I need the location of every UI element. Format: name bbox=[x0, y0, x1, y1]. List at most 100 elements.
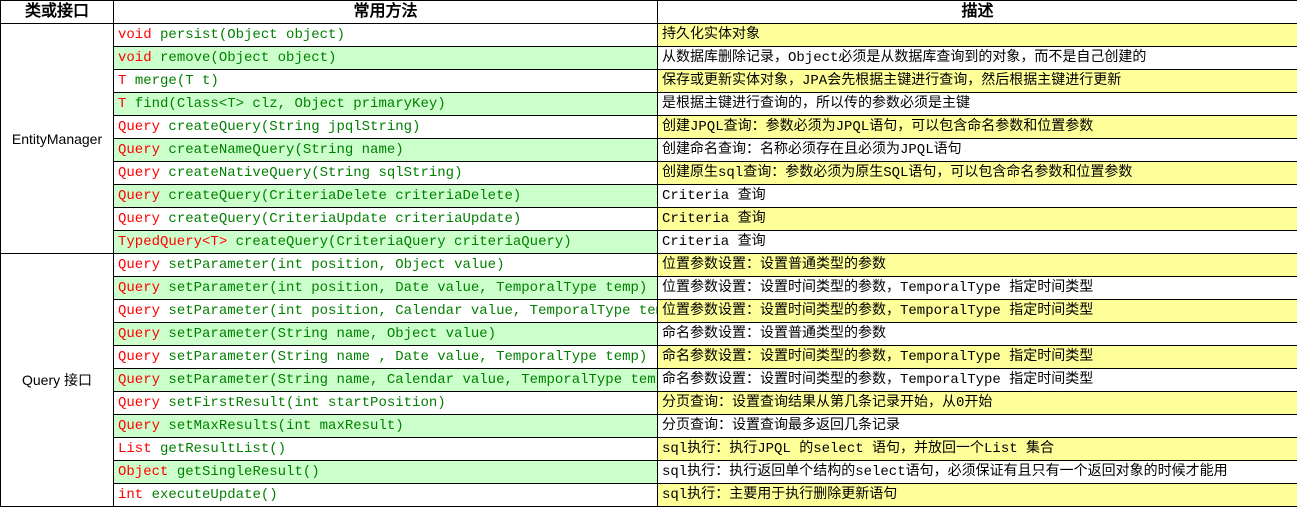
return-type: Query bbox=[118, 257, 160, 273]
method-cell: Query setParameter(int position, Date va… bbox=[114, 277, 658, 300]
method-signature: setParameter(String name, Calendar value… bbox=[168, 372, 657, 388]
table-row: Query setParameter(String name, Object v… bbox=[1, 323, 1297, 346]
description-cell: 持久化实体对象 bbox=[658, 24, 1297, 47]
return-type: Query bbox=[118, 395, 160, 411]
description-cell: Criteria 查询 bbox=[658, 185, 1297, 208]
method-cell: Query createQuery(String jpqlString) bbox=[114, 116, 658, 139]
return-type: T bbox=[118, 96, 126, 112]
method-signature: createNameQuery(String name) bbox=[168, 142, 403, 158]
method-signature: createQuery(CriteriaUpdate criteriaUpdat… bbox=[168, 211, 521, 227]
return-type: Query bbox=[118, 211, 160, 227]
description-cell: 位置参数设置：设置时间类型的参数，TemporalType 指定时间类型 bbox=[658, 300, 1297, 323]
return-type: Query bbox=[118, 303, 160, 319]
method-signature: setParameter(String name , Date value, T… bbox=[168, 349, 647, 365]
return-type: Object bbox=[118, 464, 168, 480]
description-cell: 创建原生sql查询：参数必须为原生SQL语句，可以包含命名参数和位置参数 bbox=[658, 162, 1297, 185]
table-row: void remove(Object object)从数据库删除记录，Objec… bbox=[1, 47, 1297, 70]
table-row: Query createQuery(CriteriaUpdate criteri… bbox=[1, 208, 1297, 231]
method-cell: Query createQuery(CriteriaUpdate criteri… bbox=[114, 208, 658, 231]
table-row: Query createNativeQuery(String sqlString… bbox=[1, 162, 1297, 185]
return-type: int bbox=[118, 487, 143, 503]
method-signature: setFirstResult(int startPosition) bbox=[168, 395, 445, 411]
table-row: int executeUpdate()sql执行：主要用于执行删除更新语句 bbox=[1, 484, 1297, 507]
table-row: TypedQuery<T> createQuery(CriteriaQuery … bbox=[1, 231, 1297, 254]
method-cell: TypedQuery<T> createQuery(CriteriaQuery … bbox=[114, 231, 658, 254]
method-signature: createQuery(CriteriaDelete criteriaDelet… bbox=[168, 188, 521, 204]
group-cell: EntityManager bbox=[1, 24, 114, 254]
description-cell: 创建JPQL查询：参数必须为JPQL语句，可以包含命名参数和位置参数 bbox=[658, 116, 1297, 139]
return-type: void bbox=[118, 50, 152, 66]
method-signature: remove(Object object) bbox=[160, 50, 336, 66]
method-cell: Query setParameter(String name, Object v… bbox=[114, 323, 658, 346]
method-signature: find(Class<T> clz, Object primaryKey) bbox=[135, 96, 446, 112]
table-row: T find(Class<T> clz, Object primaryKey)是… bbox=[1, 93, 1297, 116]
method-signature: setParameter(int position, Calendar valu… bbox=[168, 303, 657, 319]
return-type: TypedQuery<T> bbox=[118, 234, 227, 250]
header-desc: 描述 bbox=[658, 1, 1297, 24]
description-cell: 位置参数设置：设置普通类型的参数 bbox=[658, 254, 1297, 277]
method-signature: persist(Object object) bbox=[160, 27, 345, 43]
method-cell: int executeUpdate() bbox=[114, 484, 658, 507]
api-table: 类或接口 常用方法 描述 EntityManagervoid persist(O… bbox=[0, 0, 1297, 507]
method-cell: Query setMaxResults(int maxResult) bbox=[114, 415, 658, 438]
method-signature: setMaxResults(int maxResult) bbox=[168, 418, 403, 434]
description-cell: 从数据库删除记录，Object必须是从数据库查询到的对象，而不是自己创建的 bbox=[658, 47, 1297, 70]
description-cell: Criteria 查询 bbox=[658, 208, 1297, 231]
table-row: T merge(T t)保存或更新实体对象，JPA会先根据主键进行查询，然后根据… bbox=[1, 70, 1297, 93]
header-group: 类或接口 bbox=[1, 1, 114, 24]
return-type: Query bbox=[118, 142, 160, 158]
table-row: Query setFirstResult(int startPosition)分… bbox=[1, 392, 1297, 415]
method-cell: Query createNativeQuery(String sqlString… bbox=[114, 162, 658, 185]
method-cell: Query setFirstResult(int startPosition) bbox=[114, 392, 658, 415]
table-row: Query setParameter(int position, Date va… bbox=[1, 277, 1297, 300]
method-signature: getResultList() bbox=[160, 441, 286, 457]
return-type: Query bbox=[118, 326, 160, 342]
description-cell: 分页查询：设置查询最多返回几条记录 bbox=[658, 415, 1297, 438]
method-cell: T merge(T t) bbox=[114, 70, 658, 93]
method-cell: Query createNameQuery(String name) bbox=[114, 139, 658, 162]
return-type: Query bbox=[118, 418, 160, 434]
description-cell: 命名参数设置：设置普通类型的参数 bbox=[658, 323, 1297, 346]
table-row: Query setParameter(String name, Calendar… bbox=[1, 369, 1297, 392]
table-row: Object getSingleResult()sql执行：执行返回单个结构的s… bbox=[1, 461, 1297, 484]
method-cell: Query setParameter(String name, Calendar… bbox=[114, 369, 658, 392]
description-cell: 是根据主键进行查询的，所以传的参数必须是主键 bbox=[658, 93, 1297, 116]
description-cell: 保存或更新实体对象，JPA会先根据主键进行查询，然后根据主键进行更新 bbox=[658, 70, 1297, 93]
description-cell: sql执行：主要用于执行删除更新语句 bbox=[658, 484, 1297, 507]
method-cell: Query setParameter(int position, Object … bbox=[114, 254, 658, 277]
method-signature: createQuery(CriteriaQuery criteriaQuery) bbox=[236, 234, 572, 250]
table-row: Query 接口Query setParameter(int position,… bbox=[1, 254, 1297, 277]
method-cell: void remove(Object object) bbox=[114, 47, 658, 70]
table-row: Query createNameQuery(String name)创建命名查询… bbox=[1, 139, 1297, 162]
description-cell: 命名参数设置：设置时间类型的参数，TemporalType 指定时间类型 bbox=[658, 346, 1297, 369]
description-cell: 命名参数设置：设置时间类型的参数，TemporalType 指定时间类型 bbox=[658, 369, 1297, 392]
method-signature: getSingleResult() bbox=[177, 464, 320, 480]
description-cell: 创建命名查询：名称必须存在且必须为JPQL语句 bbox=[658, 139, 1297, 162]
table-row: Query setParameter(int position, Calenda… bbox=[1, 300, 1297, 323]
method-cell: List getResultList() bbox=[114, 438, 658, 461]
return-type: T bbox=[118, 73, 126, 89]
table-row: Query createQuery(CriteriaDelete criteri… bbox=[1, 185, 1297, 208]
group-cell: Query 接口 bbox=[1, 254, 114, 507]
method-signature: setParameter(int position, Object value) bbox=[168, 257, 504, 273]
return-type: Query bbox=[118, 349, 160, 365]
return-type: void bbox=[118, 27, 152, 43]
method-cell: Query setParameter(int position, Calenda… bbox=[114, 300, 658, 323]
return-type: Query bbox=[118, 280, 160, 296]
method-cell: void persist(Object object) bbox=[114, 24, 658, 47]
header-method: 常用方法 bbox=[114, 1, 658, 24]
description-cell: 位置参数设置：设置时间类型的参数，TemporalType 指定时间类型 bbox=[658, 277, 1297, 300]
return-type: Query bbox=[118, 188, 160, 204]
method-cell: T find(Class<T> clz, Object primaryKey) bbox=[114, 93, 658, 116]
return-type: Query bbox=[118, 119, 160, 135]
description-cell: sql执行：执行JPQL 的select 语句，并放回一个List 集合 bbox=[658, 438, 1297, 461]
method-cell: Query setParameter(String name , Date va… bbox=[114, 346, 658, 369]
description-cell: Criteria 查询 bbox=[658, 231, 1297, 254]
return-type: List bbox=[118, 441, 152, 457]
method-signature: merge(T t) bbox=[135, 73, 219, 89]
method-cell: Query createQuery(CriteriaDelete criteri… bbox=[114, 185, 658, 208]
method-signature: createQuery(String jpqlString) bbox=[168, 119, 420, 135]
table-row: Query setParameter(String name , Date va… bbox=[1, 346, 1297, 369]
table-row: List getResultList()sql执行：执行JPQL 的select… bbox=[1, 438, 1297, 461]
method-signature: setParameter(int position, Date value, T… bbox=[168, 280, 647, 296]
